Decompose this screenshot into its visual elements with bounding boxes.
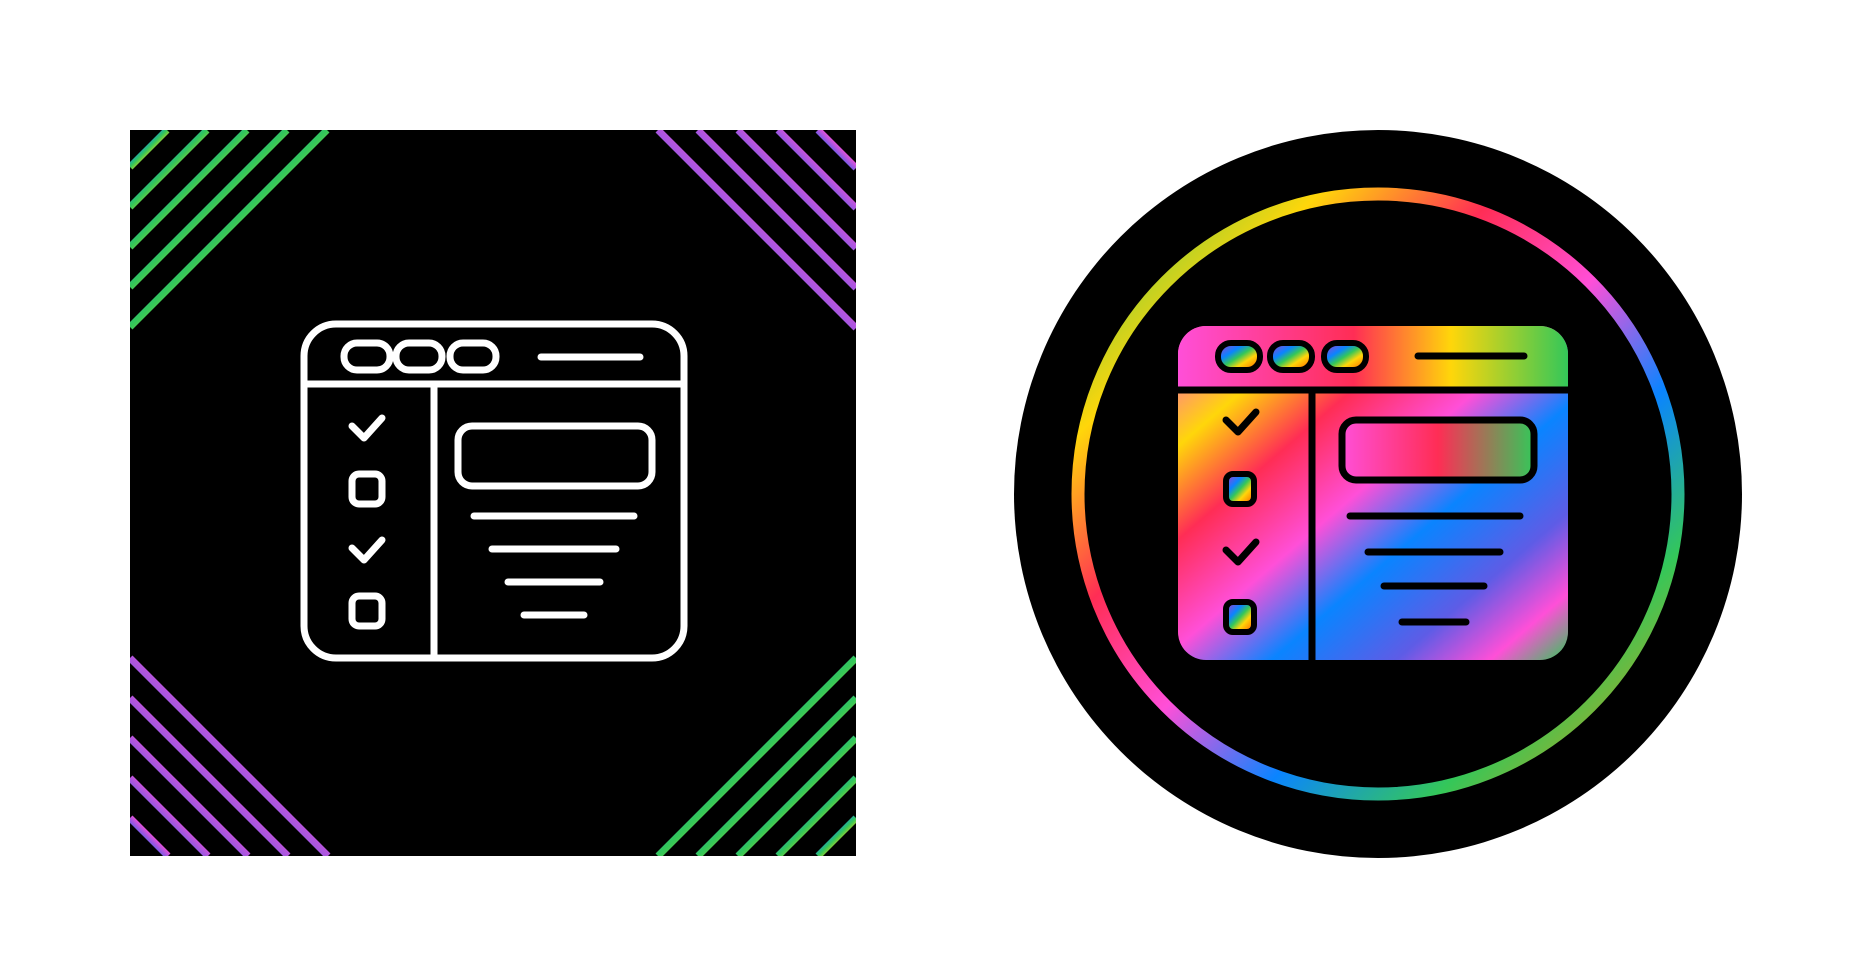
icon-artwork [130, 130, 1742, 858]
gradient-style-tile [1014, 130, 1742, 858]
browser-checklist-icon [1178, 326, 1568, 660]
line-style-tile [130, 130, 856, 856]
icon-sheet [0, 0, 1854, 980]
